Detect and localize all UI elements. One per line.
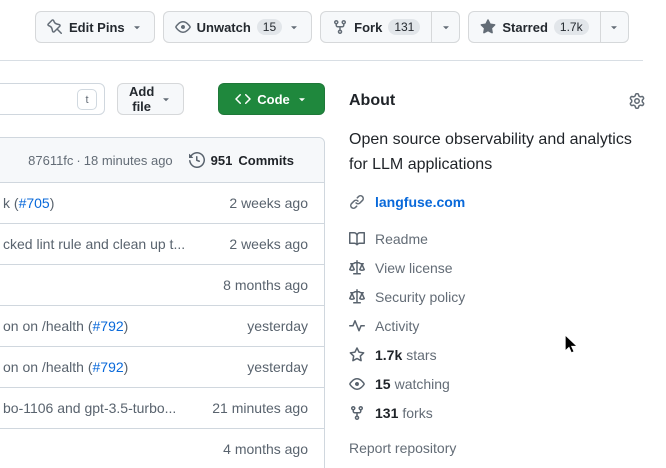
commit-hash-link[interactable]: 87611fc [28,153,73,168]
pr-link[interactable]: #792 [93,359,124,375]
repo-website-link[interactable]: langfuse.com [375,194,465,210]
table-row: on on /health (#792) yesterday [0,346,324,387]
commit-age-link[interactable]: 2 weeks ago [229,236,308,252]
edit-pins-label: Edit Pins [69,20,125,35]
code-label: Code [257,92,290,107]
unwatch-button[interactable]: Unwatch 15 [163,11,313,43]
table-row: 4 months ago [0,428,324,468]
chevron-down-icon [131,21,143,33]
eye-icon [175,19,191,35]
code-button[interactable]: Code [218,83,325,115]
commit-message-link[interactable]: k (#705) [3,195,54,211]
chevron-down-icon [608,21,620,33]
commits-label: Commits [238,153,294,168]
commit-age-link[interactable]: yesterday [247,359,308,375]
unwatch-label: Unwatch [197,20,251,35]
go-to-file-shortcut-hint: t [77,89,97,110]
pin-icon [47,19,63,35]
commit-meta-separator: · [76,153,80,168]
commit-message-link[interactable]: cked lint rule and clean up t... [3,236,185,252]
commit-age-link[interactable]: yesterday [247,318,308,334]
add-file-button[interactable]: Add file [117,83,184,115]
repo-action-bar: Edit Pins Unwatch 15 Fork 131 Starred 1.… [35,11,629,43]
view-license-link[interactable]: View license [349,253,645,282]
chevron-down-icon [440,21,452,33]
history-icon [189,152,205,168]
commit-age-link[interactable]: 2 weeks ago [229,195,308,211]
table-row: bo-1106 and gpt-3.5-turbo... 21 minutes … [0,387,324,428]
readme-link[interactable]: Readme [349,224,645,253]
report-repository-link[interactable]: Report repository [349,440,645,456]
link-icon [349,194,365,210]
table-row: 8 months ago [0,264,324,305]
star-icon [349,347,365,363]
latest-commit-bar: 87611fc· 18 minutes ago 951 Commits [0,138,324,182]
gear-icon [629,93,645,109]
fork-dropdown-button[interactable] [432,11,460,43]
star-button-group: Starred 1.7k [468,11,628,43]
repo-description: Open source observability and analytics … [349,127,645,177]
star-fill-icon [480,19,496,35]
add-file-label: Add file [129,84,154,114]
fork-button-group: Fork 131 [320,11,460,43]
pulse-icon [349,318,365,334]
star-dropdown-button[interactable] [601,11,629,43]
repo-forked-icon [332,19,348,35]
about-sidebar: About Open source observability and anal… [349,84,666,456]
commit-message-link[interactable]: bo-1106 and gpt-3.5-turbo... [3,400,176,416]
fork-count-badge: 131 [388,19,420,35]
commit-age-link[interactable]: 4 months ago [223,441,308,457]
chevron-down-icon [296,93,308,105]
law-icon [349,260,365,276]
law-icon [349,289,365,305]
edit-pins-button[interactable]: Edit Pins [35,11,155,43]
fork-label: Fork [354,20,382,35]
repo-page: Edit Pins Unwatch 15 Fork 131 Starred 1.… [0,0,666,468]
repo-forked-icon [349,405,365,421]
about-settings-button[interactable] [629,93,645,109]
book-icon [349,231,365,247]
latest-commit-meta: 87611fc· 18 minutes ago [28,153,173,168]
about-links: Readme View license Security policy Acti… [349,224,645,427]
pr-link[interactable]: #705 [19,195,50,211]
watching-link[interactable]: 15watching [349,369,645,398]
forks-link[interactable]: 131forks [349,398,645,427]
commit-time: 18 minutes ago [84,153,173,168]
file-table: 87611fc· 18 minutes ago 951 Commits k (#7… [0,137,325,468]
commits-count: 951 [211,153,233,168]
commit-message-link[interactable]: on on /health (#792) [3,359,128,375]
commit-message-link[interactable]: on on /health (#792) [3,318,128,334]
watch-count-badge: 15 [257,19,282,35]
commit-age-link[interactable]: 8 months ago [223,277,308,293]
table-row: on on /health (#792) yesterday [0,305,324,346]
table-row: k (#705) 2 weeks ago [0,182,324,223]
about-title: About [349,92,395,110]
commits-history-link[interactable]: 951 Commits [189,152,294,168]
fork-button[interactable]: Fork 131 [320,11,432,43]
go-to-file-input[interactable]: t [0,83,105,115]
activity-link[interactable]: Activity [349,311,645,340]
header-divider [0,60,643,61]
table-row: cked lint rule and clean up t... 2 weeks… [0,223,324,264]
security-policy-link[interactable]: Security policy [349,282,645,311]
chevron-down-icon [160,93,172,105]
code-icon [235,91,251,107]
eye-icon [349,376,365,392]
pr-link[interactable]: #792 [93,318,124,334]
commit-age-link[interactable]: 21 minutes ago [212,400,308,416]
chevron-down-icon [288,21,300,33]
stars-link[interactable]: 1.7kstars [349,340,645,369]
starred-label: Starred [502,20,548,35]
star-count-badge: 1.7k [554,19,589,35]
starred-button[interactable]: Starred 1.7k [468,11,600,43]
